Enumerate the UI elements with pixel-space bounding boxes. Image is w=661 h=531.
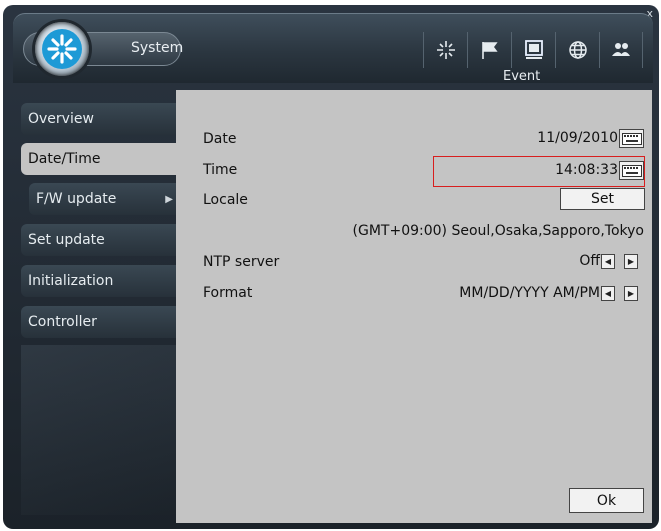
arrow-right-icon: ▶ bbox=[627, 289, 635, 298]
format-prev-button[interactable]: ◀ bbox=[601, 286, 615, 301]
locale-set-button[interactable]: Set bbox=[560, 188, 645, 210]
time-value: 14:08:33 bbox=[555, 162, 618, 178]
sidebar-item-fw-update[interactable]: F/W update ▶ bbox=[29, 183, 177, 215]
globe-icon[interactable] bbox=[555, 32, 599, 68]
sidebar-item-label: Initialization bbox=[28, 273, 114, 289]
toolbar bbox=[423, 32, 643, 68]
monitor-icon[interactable] bbox=[511, 32, 555, 68]
format-next-button[interactable]: ▶ bbox=[624, 286, 638, 301]
ntp-prev-button[interactable]: ◀ bbox=[601, 254, 615, 269]
sidebar-decoration bbox=[21, 345, 177, 515]
users-icon[interactable] bbox=[599, 32, 643, 68]
locale-label: Locale bbox=[203, 192, 248, 208]
sidebar-item-label: Overview bbox=[28, 111, 94, 127]
time-label: Time bbox=[203, 162, 238, 178]
ntp-label: NTP server bbox=[203, 254, 280, 270]
sidebar-item-controller[interactable]: Controller bbox=[21, 306, 177, 338]
settings-panel: Date 11/09/2010 Time 14:08:33 Locale Set… bbox=[176, 90, 652, 523]
sidebar-item-label: F/W update bbox=[36, 191, 117, 207]
network-icon[interactable] bbox=[423, 32, 467, 68]
sidebar-item-date-time[interactable]: Date/Time bbox=[21, 143, 181, 175]
flag-icon[interactable] bbox=[467, 32, 511, 68]
ok-button[interactable]: Ok bbox=[569, 488, 644, 513]
sidebar-item-label: Set update bbox=[28, 232, 105, 248]
ntp-value: Off bbox=[579, 253, 600, 269]
sidebar-item-label: Controller bbox=[28, 314, 97, 330]
arrow-left-icon: ◀ bbox=[604, 257, 612, 266]
date-label: Date bbox=[203, 131, 237, 147]
format-label: Format bbox=[203, 285, 253, 301]
keyboard-icon bbox=[621, 132, 642, 145]
title-bar: System bbox=[13, 13, 653, 83]
date-keyboard-button[interactable] bbox=[619, 129, 644, 148]
section-title: Event bbox=[503, 69, 541, 84]
window-title: System bbox=[131, 40, 184, 56]
logo-icon bbox=[35, 22, 89, 76]
date-value: 11/09/2010 bbox=[537, 130, 618, 146]
arrow-left-icon: ◀ bbox=[604, 289, 612, 298]
sidebar-item-set-update[interactable]: Set update bbox=[21, 224, 177, 256]
main-window: x System Event Overview Date/Time F/W up… bbox=[3, 5, 659, 529]
keyboard-icon bbox=[621, 164, 642, 177]
timezone-value: (GMT+09:00) Seoul,Osaka,Sapporo,Tokyo bbox=[352, 223, 644, 239]
sidebar-item-overview[interactable]: Overview bbox=[21, 103, 177, 135]
ntp-next-button[interactable]: ▶ bbox=[624, 254, 638, 269]
sidebar-item-initialization[interactable]: Initialization bbox=[21, 265, 177, 297]
arrow-right-icon: ▶ bbox=[627, 257, 635, 266]
format-value: MM/DD/YYYY AM/PM bbox=[459, 285, 600, 301]
sidebar-item-label: Date/Time bbox=[28, 151, 101, 167]
time-keyboard-button[interactable] bbox=[619, 161, 644, 180]
chevron-right-icon: ▶ bbox=[165, 193, 173, 205]
